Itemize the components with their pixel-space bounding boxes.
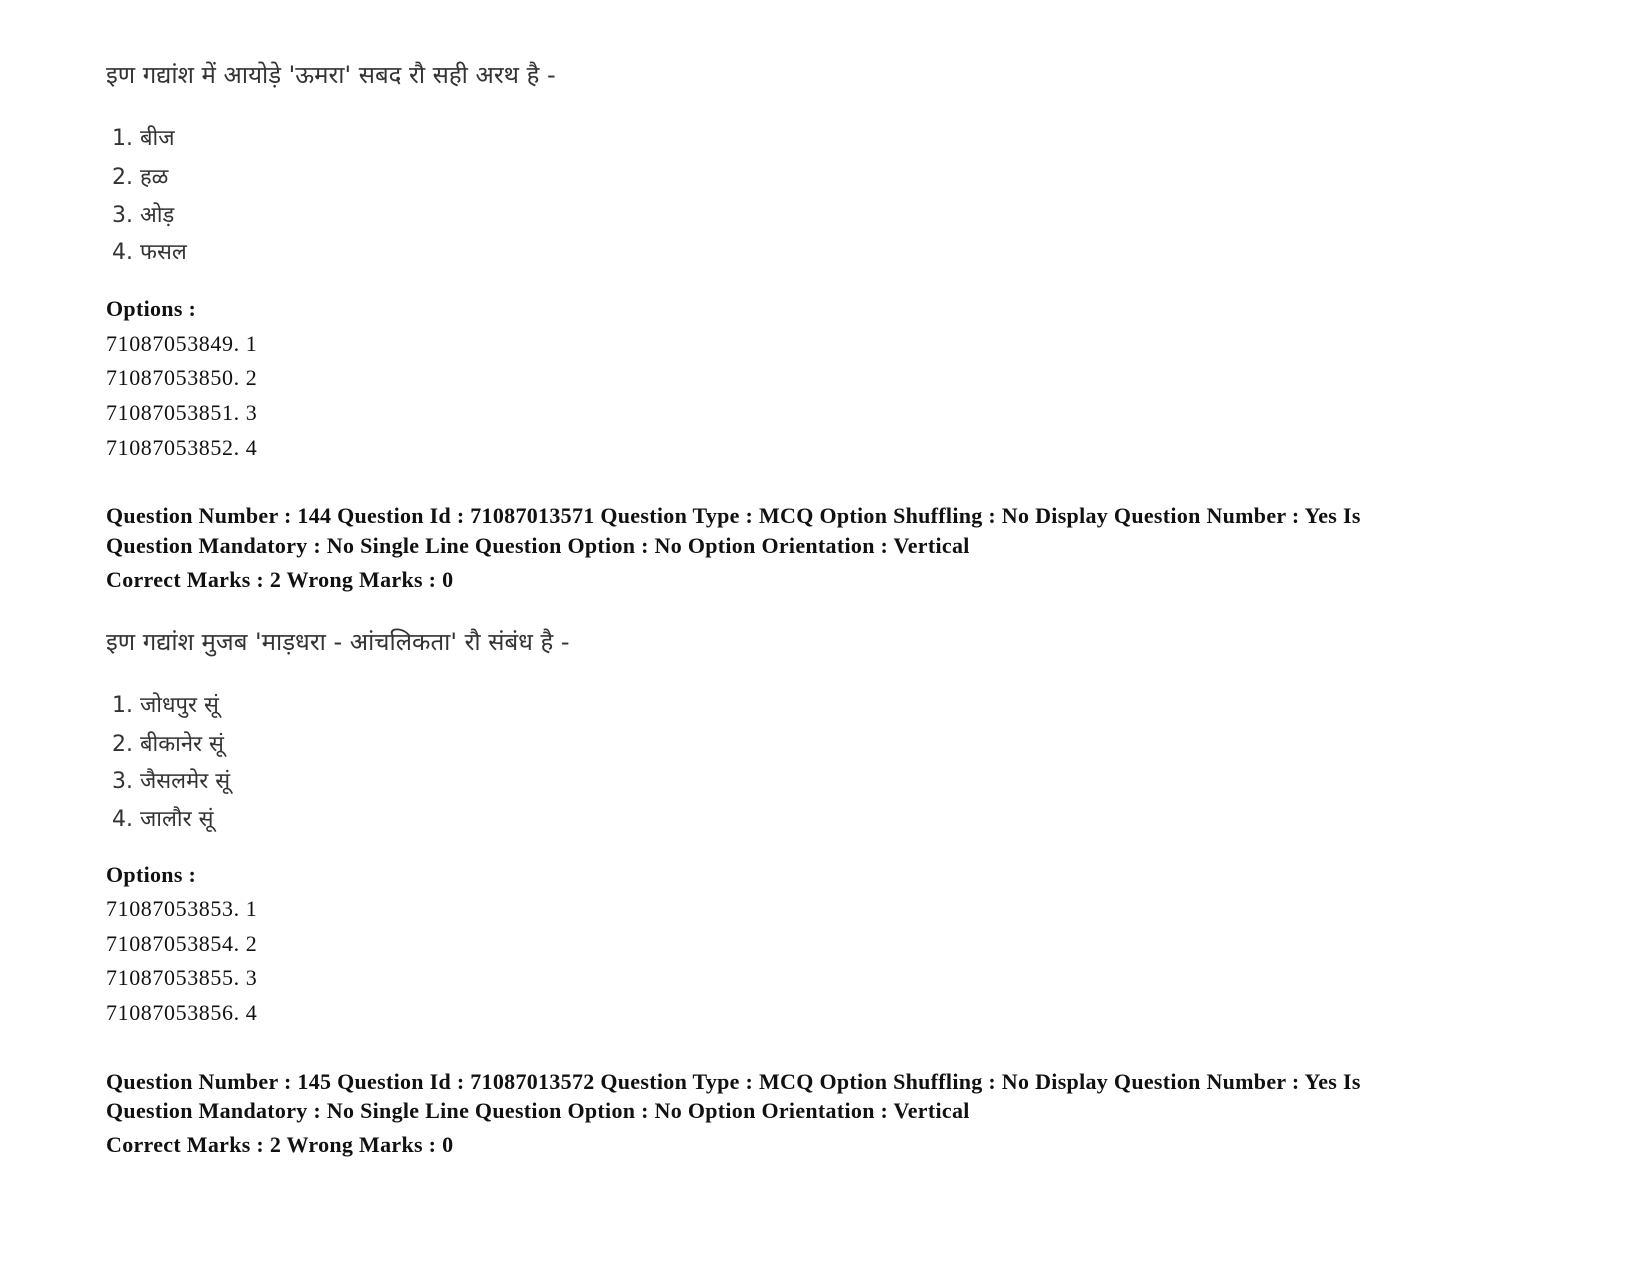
question-145-marks: Correct Marks : 2 Wrong Marks : 0 xyxy=(106,1132,454,1157)
question-144-text: इण गद्यांश मुजब 'माड़धरा - आंचलिकता' रौ … xyxy=(106,628,570,656)
option-id: 71087053851. 3 xyxy=(106,400,258,425)
option-id: 71087053856. 4 xyxy=(106,1000,258,1025)
options-label: Options : xyxy=(106,862,197,887)
choice: 1. जोधपुर सूं xyxy=(112,693,219,718)
question-145-header: Question Mandatory : No Single Line Ques… xyxy=(106,1098,970,1123)
option-id: 71087053854. 2 xyxy=(106,931,258,956)
choice: 4. जालौर सूं xyxy=(112,807,214,832)
choice: 2. बीकानेर सूं xyxy=(112,732,224,757)
question-144-header: Question Mandatory : No Single Line Ques… xyxy=(106,533,970,558)
question-145-header: Question Number : 145 Question Id : 7108… xyxy=(106,1069,1361,1094)
option-id: 71087053849. 1 xyxy=(106,331,258,356)
choice: 4. फसल xyxy=(112,240,187,265)
choice: 2. हळ xyxy=(112,165,169,190)
option-id: 71087053853. 1 xyxy=(106,896,258,921)
choice: 3. ओड़ xyxy=(112,203,175,228)
option-id: 71087053850. 2 xyxy=(106,365,258,390)
option-id: 71087053852. 4 xyxy=(106,435,258,460)
question-143-text: इण गद्यांश में आयोड़े 'ऊमरा' सबद रौ सही … xyxy=(106,61,556,89)
choice: 3. जैसलमेर सूं xyxy=(112,769,231,794)
question-144-marks: Correct Marks : 2 Wrong Marks : 0 xyxy=(106,567,454,592)
question-144-header: Question Number : 144 Question Id : 7108… xyxy=(106,503,1361,528)
options-label: Options : xyxy=(106,296,197,321)
option-id: 71087053855. 3 xyxy=(106,965,258,990)
choice: 1. बीज xyxy=(112,126,175,151)
